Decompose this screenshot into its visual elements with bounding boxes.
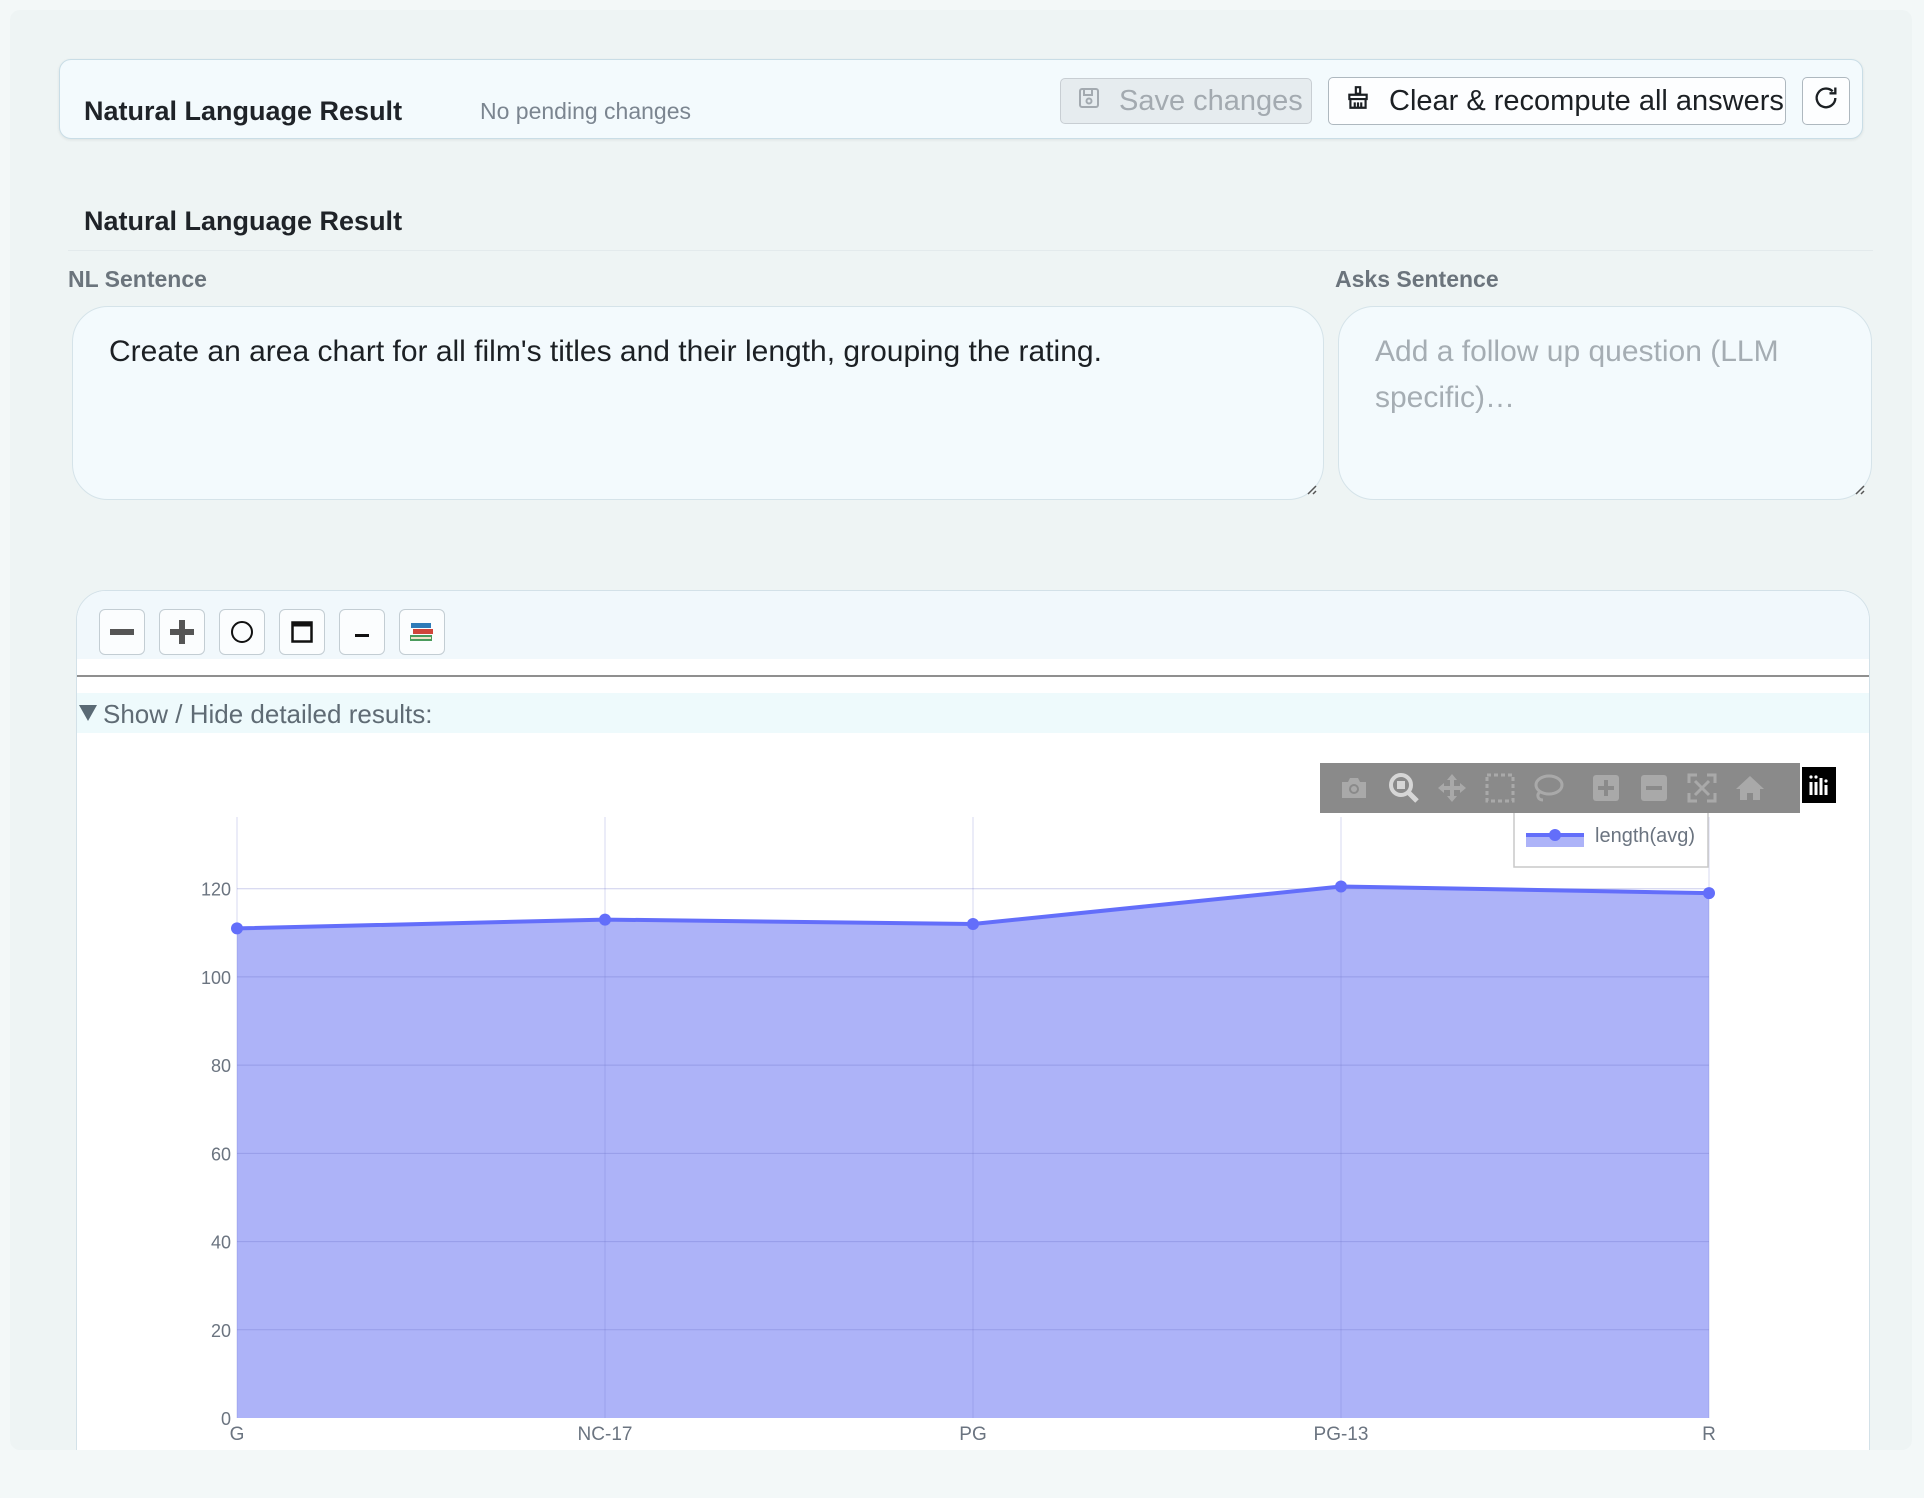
nl-sentence-input[interactable]: Create an area chart for all film's titl… — [72, 306, 1324, 500]
data-point — [231, 922, 243, 935]
zoom-icon[interactable] — [1388, 772, 1420, 804]
data-point — [599, 913, 611, 926]
x-tick-label: PG-13 — [1314, 1424, 1369, 1445]
asks-sentence-label: Asks Sentence — [1335, 266, 1499, 292]
zoom-out-icon[interactable] — [1638, 772, 1670, 804]
save-icon — [1077, 85, 1101, 117]
resize-grip-icon[interactable] — [1851, 481, 1865, 495]
clear-recompute-button[interactable]: Clear & recompute all answers — [1328, 77, 1786, 125]
pan-icon[interactable] — [1436, 772, 1468, 804]
x-tick-label: R — [1702, 1424, 1716, 1445]
autoscale-icon[interactable] — [1686, 772, 1718, 804]
pending-status: No pending changes — [480, 98, 691, 124]
y-tick-label: 80 — [211, 1056, 231, 1076]
y-tick-label: 100 — [201, 968, 231, 988]
plotly-logo-icon[interactable] — [1802, 767, 1836, 803]
box-select-icon[interactable] — [1484, 772, 1516, 804]
area-chart[interactable]: 020406080100120G NC-17 PG PG-13 Rlength(avg) — [77, 591, 1870, 1450]
save-button-label: Save changes — [1119, 85, 1303, 117]
data-point — [1335, 880, 1347, 893]
nl-sentence-value: Create an area chart for all film's titl… — [109, 335, 1102, 368]
save-button[interactable]: Save changes — [1060, 78, 1312, 124]
camera-icon[interactable] — [1338, 772, 1370, 804]
refresh-icon — [1812, 84, 1840, 119]
x-tick-label: G — [230, 1424, 245, 1445]
home-icon[interactable] — [1734, 772, 1766, 804]
header-title: Natural Language Result — [84, 96, 403, 126]
legend-marker — [1549, 829, 1561, 841]
resize-grip-icon[interactable] — [1303, 481, 1317, 495]
y-tick-label: 60 — [211, 1144, 231, 1164]
data-point — [967, 917, 979, 930]
asks-sentence-placeholder: Add a follow up question (LLM specific)… — [1375, 335, 1779, 414]
x-tick-label: PG — [959, 1424, 986, 1445]
result-card: Show / Hide detailed results: 0 20 40 60 80 1… — [76, 590, 1870, 1450]
data-point — [1703, 887, 1715, 900]
asks-sentence-input[interactable]: Add a follow up question (LLM specific)… — [1338, 306, 1872, 500]
y-tick-label: 20 — [211, 1321, 231, 1341]
panel-divider — [68, 250, 1873, 251]
app-window: Natural Language Result No pending chang… — [10, 10, 1912, 1450]
plot-modebar — [1320, 763, 1800, 813]
y-tick-label: 40 — [211, 1233, 231, 1253]
zoom-in-icon[interactable] — [1590, 772, 1622, 804]
lasso-icon[interactable] — [1532, 772, 1564, 804]
header-card: Natural Language Result No pending chang… — [59, 59, 1863, 139]
y-tick-label: 120 — [201, 880, 231, 900]
legend-label: length(avg) — [1595, 825, 1695, 847]
nl-sentence-label: NL Sentence — [68, 266, 207, 292]
broom-icon — [1345, 85, 1371, 118]
panel-title: Natural Language Result — [84, 206, 403, 236]
refresh-button[interactable] — [1802, 77, 1850, 125]
x-tick-label: NC-17 — [578, 1424, 633, 1445]
clear-button-label: Clear & recompute all answers — [1389, 85, 1784, 117]
